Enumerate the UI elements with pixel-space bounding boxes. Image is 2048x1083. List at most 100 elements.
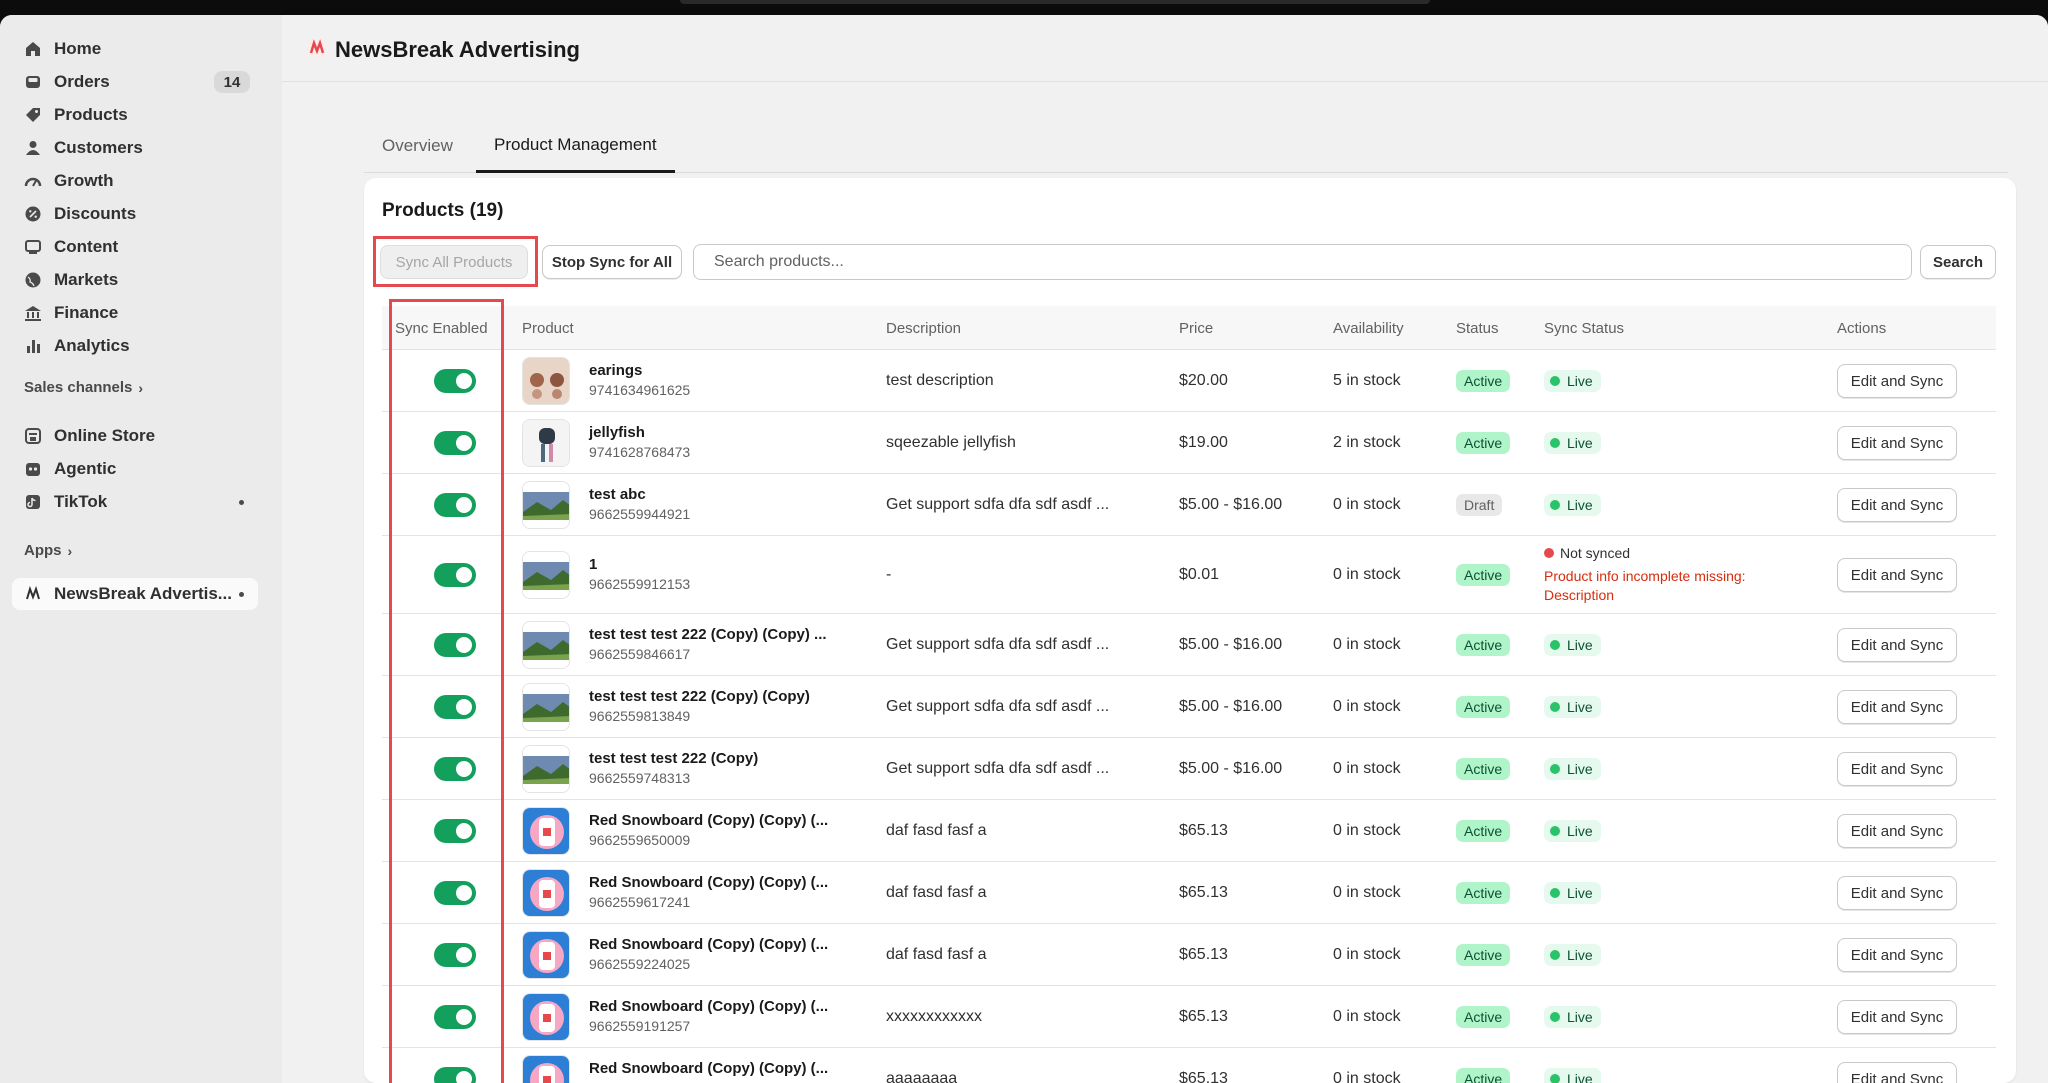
search-button[interactable]: Search [1920,245,1996,279]
product-name[interactable]: test test test 222 (Copy) (Copy) [589,688,810,705]
sidebar-item-products[interactable]: Products [12,99,258,131]
edit-and-sync-button[interactable]: Edit and Sync [1837,558,1957,592]
edit-and-sync-button[interactable]: Edit and Sync [1837,1000,1957,1034]
sync-enabled-toggle[interactable] [434,563,476,587]
edit-and-sync-button[interactable]: Edit and Sync [1837,426,1957,460]
product-id: 9662559617241 [589,894,691,910]
live-dot-icon [1550,888,1560,898]
product-name[interactable]: test test test 222 (Copy) (Copy) ... [589,626,827,643]
sync-status-text: Live [1567,637,1593,653]
sync-enabled-toggle[interactable] [434,881,476,905]
sync-enabled-toggle[interactable] [434,757,476,781]
sidebar-item-growth[interactable]: Growth [12,165,258,197]
edit-and-sync-button[interactable]: Edit and Sync [1837,1062,1957,1083]
content-icon [24,238,42,256]
sync-status-badge: Live [1544,1068,1601,1083]
sync-status-not-synced: Not synced [1544,545,1630,561]
sidebar-item-tiktok[interactable]: TikTok [12,486,258,518]
product-description: test description [886,372,994,389]
status-badge: Active [1456,882,1511,904]
col-actions: Actions [1837,320,1887,337]
sync-enabled-toggle[interactable] [434,695,476,719]
sync-status-text: Live [1567,435,1593,451]
sync-enabled-toggle[interactable] [434,369,476,393]
sidebar-item-online-store[interactable]: Online Store [12,420,258,452]
sidebar-item-newsbreak[interactable]: NewsBreak Advertis... [12,578,258,610]
product-description: Get support sdfa dfa sdf asdf ... [886,760,1110,777]
product-name[interactable]: Red Snowboard (Copy) (Copy) (... [589,936,828,953]
sidebar-item-analytics[interactable]: Analytics [12,330,258,362]
sidebar-item-label: Markets [54,270,119,289]
sidebar-item-agentic[interactable]: Agentic [12,453,258,485]
sync-status-badge: Live [1544,882,1601,904]
sales-channels-label: Sales channels [24,379,133,396]
sidebar-item-label: TikTok [54,492,108,511]
product-name[interactable]: test abc [589,486,646,503]
edit-and-sync-button[interactable]: Edit and Sync [1837,938,1957,972]
product-price: $65.13 [1179,822,1228,839]
product-id: 9662559912153 [589,576,691,592]
sidebar-item-label: Customers [54,138,143,157]
tab-product-management[interactable]: Product Management [476,119,675,173]
main-content: NewsBreak Advertising Overview Product M… [282,15,2048,1083]
product-name[interactable]: Red Snowboard (Copy) (Copy) (... [589,998,828,1015]
live-dot-icon [1550,376,1560,386]
sync-enabled-toggle[interactable] [434,1067,476,1083]
edit-and-sync-button[interactable]: Edit and Sync [1837,690,1957,724]
product-name[interactable]: Red Snowboard (Copy) (Copy) (... [589,874,828,891]
sync-enabled-toggle[interactable] [434,819,476,843]
tab-overview[interactable]: Overview [364,119,471,173]
sync-enabled-toggle[interactable] [434,493,476,517]
sync-all-products-button[interactable]: Sync All Products [380,245,528,279]
product-description: daf fasd fasf a [886,822,987,839]
edit-and-sync-button[interactable]: Edit and Sync [1837,876,1957,910]
sync-status-text: Live [1567,1009,1593,1025]
tab-bar: Overview Product Management [364,119,2008,173]
sidebar-item-home[interactable]: Home [12,33,258,65]
table-row: test test test 222 (Copy) (Copy) 9662559… [382,676,1996,738]
sales-channels-section[interactable]: Sales channels › [24,379,143,396]
live-dot-icon [1550,826,1560,836]
product-name[interactable]: Red Snowboard (Copy) (Copy) (... [589,1060,828,1077]
sidebar-item-discounts[interactable]: Discounts [12,198,258,230]
live-dot-icon [1550,1074,1560,1083]
sidebar-item-orders[interactable]: Orders 14 [12,66,258,98]
sidebar-item-markets[interactable]: Markets [12,264,258,296]
product-name[interactable]: test test test 222 (Copy) [589,750,758,767]
edit-and-sync-button[interactable]: Edit and Sync [1837,488,1957,522]
edit-and-sync-button[interactable]: Edit and Sync [1837,752,1957,786]
edit-and-sync-button[interactable]: Edit and Sync [1837,814,1957,848]
product-name[interactable]: 1 [589,556,597,573]
sync-enabled-toggle[interactable] [434,943,476,967]
sync-enabled-toggle[interactable] [434,1005,476,1029]
table-row: Red Snowboard (Copy) (Copy) (... aaaaaaa… [382,1048,1996,1083]
edit-and-sync-button[interactable]: Edit and Sync [1837,364,1957,398]
sidebar-item-customers[interactable]: Customers [12,132,258,164]
sidebar-item-label: Products [54,105,128,124]
product-name[interactable]: Red Snowboard (Copy) (Copy) (... [589,812,828,829]
product-name[interactable]: earings [589,362,642,379]
live-dot-icon [1550,1012,1560,1022]
product-description: Get support sdfa dfa sdf asdf ... [886,636,1110,653]
sidebar-item-finance[interactable]: Finance [12,297,258,329]
stop-sync-all-button[interactable]: Stop Sync for All [542,245,682,279]
product-thumbnail [522,869,570,917]
product-thumbnail [522,551,570,599]
product-name[interactable]: jellyfish [589,424,645,441]
inbox-icon [24,73,42,91]
sidebar-item-content[interactable]: Content [12,231,258,263]
sync-enabled-toggle[interactable] [434,431,476,455]
edit-and-sync-button[interactable]: Edit and Sync [1837,628,1957,662]
sync-status-badge: Live [1544,494,1601,516]
product-availability: 0 in stock [1333,1070,1401,1083]
product-id: 9662559813849 [589,708,691,724]
sidebar-item-label: Content [54,237,119,256]
product-thumbnail [522,807,570,855]
product-thumbnail [522,683,570,731]
search-input[interactable] [693,244,1912,280]
sync-enabled-toggle[interactable] [434,633,476,657]
product-availability: 0 in stock [1333,760,1401,777]
product-id: 9741628768473 [589,444,691,460]
sync-status-text: Live [1567,885,1593,901]
apps-section[interactable]: Apps › [24,542,72,559]
